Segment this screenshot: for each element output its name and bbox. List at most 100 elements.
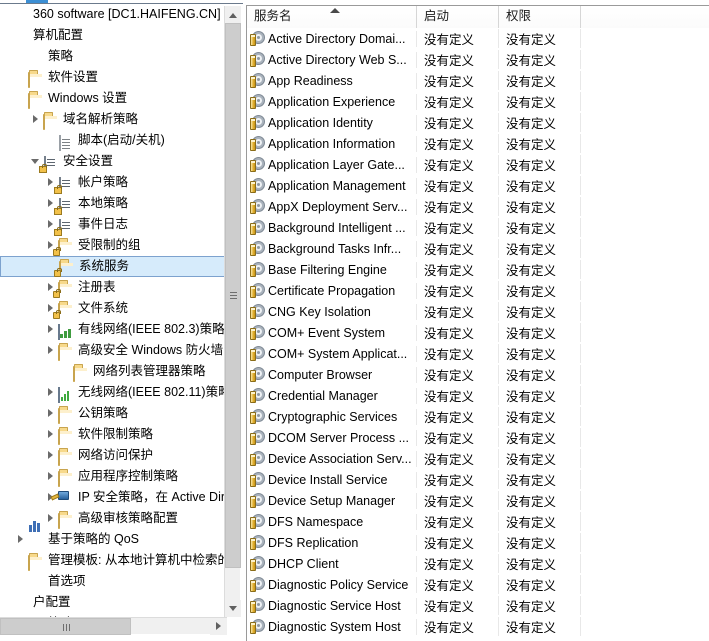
tree-item[interactable]: 帐户策略 [0, 172, 227, 194]
table-row[interactable]: Cryptographic Services 没有定义 没有定义 [247, 406, 709, 427]
chevron-right-icon[interactable] [45, 340, 58, 361]
cell-permission: 没有定义 [499, 491, 581, 510]
cell-permission: 没有定义 [499, 260, 581, 279]
tree-item[interactable]: 脚本(启动/关机) [0, 130, 227, 151]
table-row[interactable]: Diagnostic Policy Service 没有定义 没有定义 [247, 574, 709, 595]
scroll-down-arrow-icon[interactable] [225, 600, 241, 617]
table-row[interactable]: Device Install Service 没有定义 没有定义 [247, 469, 709, 490]
tree-item[interactable]: 无线网络(IEEE 802.11)策略 [0, 382, 227, 403]
table-row[interactable]: DFS Namespace 没有定义 没有定义 [247, 511, 709, 532]
tree-horizontal-scrollbar[interactable] [0, 617, 227, 635]
cell-service-name: DHCP Client [247, 555, 417, 572]
table-row[interactable]: Application Identity 没有定义 没有定义 [247, 112, 709, 133]
table-row[interactable]: Device Setup Manager 没有定义 没有定义 [247, 490, 709, 511]
table-row[interactable]: Diagnostic Service Host 没有定义 没有定义 [247, 595, 709, 616]
chevron-right-icon[interactable] [45, 382, 58, 403]
tree-vscroll-thumb[interactable] [225, 23, 241, 568]
folder-lock-icon-wrap [53, 301, 74, 319]
tree-item[interactable]: 受限制的组 [0, 235, 227, 256]
table-row[interactable]: App Readiness 没有定义 没有定义 [247, 70, 709, 91]
server-bar [62, 227, 70, 229]
table-row[interactable]: Application Information 没有定义 没有定义 [247, 133, 709, 154]
tree-item[interactable]: Windows 设置 [0, 88, 227, 109]
tree-item-selected[interactable]: 系统服务 [0, 256, 227, 277]
table-row[interactable]: Background Tasks Infr... 没有定义 没有定义 [247, 238, 709, 259]
security-settings-icon [54, 218, 70, 236]
tree-item[interactable]: 安全设置 [0, 151, 227, 173]
table-row[interactable]: Device Association Serv... 没有定义 没有定义 [247, 448, 709, 469]
table-row[interactable]: Base Filtering Engine 没有定义 没有定义 [247, 259, 709, 280]
cylinder-shape [250, 285, 256, 298]
tree-item[interactable]: 高级安全 Windows 防火墙 [0, 340, 227, 361]
table-row[interactable]: COM+ Event System 没有定义 没有定义 [247, 322, 709, 343]
tree-item[interactable]: 应用程序控制策略 [0, 466, 227, 487]
service-name-label: Certificate Propagation [268, 283, 396, 298]
table-row[interactable]: Background Intelligent ... 没有定义 没有定义 [247, 217, 709, 238]
tree-vertical-scrollbar[interactable] [224, 6, 241, 617]
chevron-right-icon[interactable] [30, 109, 43, 130]
chevron-right-icon[interactable] [45, 445, 58, 466]
tree-item[interactable]: 本地策略 [0, 193, 227, 215]
table-row[interactable]: DFS Replication 没有定义 没有定义 [247, 532, 709, 553]
service-gear-icon [249, 346, 265, 362]
tree-item[interactable]: 首选项 [0, 571, 227, 592]
table-row[interactable]: Application Management 没有定义 没有定义 [247, 175, 709, 196]
table-row[interactable]: Diagnostic System Host 没有定义 没有定义 [247, 616, 709, 637]
tree-item[interactable]: 事件日志 [0, 214, 227, 236]
chevron-right-icon[interactable] [45, 508, 58, 529]
tree-item[interactable]: 策略 [0, 46, 227, 67]
column-header-name[interactable]: 服务名 [247, 6, 417, 28]
tree-item[interactable]: 网络列表管理器策略 [0, 361, 227, 382]
scroll-up-arrow-icon[interactable] [225, 6, 241, 23]
wireless-network-icon [58, 386, 69, 403]
chevron-right-icon[interactable] [45, 424, 58, 445]
service-name-label: Application Layer Gate... [268, 157, 405, 172]
table-row[interactable]: Active Directory Web S... 没有定义 没有定义 [247, 49, 709, 70]
policy-tree-scroll-area[interactable]: 360 software [DC1.HAIFENG.CN] 策略算机配置策略软件… [0, 4, 227, 617]
tree-item[interactable]: 基于策略的 QoS [0, 520, 227, 550]
signal-bar [64, 393, 66, 401]
tree-item[interactable]: 公钥策略 [0, 403, 227, 424]
table-row[interactable]: CNG Key Isolation 没有定义 没有定义 [247, 301, 709, 322]
tree-item[interactable]: 网络访问保护 [0, 445, 227, 466]
chevron-right-icon[interactable] [45, 319, 58, 340]
tree-item[interactable]: 注册表 [0, 277, 227, 298]
tree-item[interactable]: 有线网络(IEEE 802.3)策略 [0, 319, 227, 340]
tree-hscroll-thumb[interactable] [0, 618, 131, 635]
chevron-right-icon[interactable] [45, 466, 58, 487]
tree-item[interactable]: 域名解析策略 [0, 109, 227, 130]
cell-service-name: Diagnostic Policy Service [247, 576, 417, 593]
tree-item[interactable]: 软件限制策略 [0, 424, 227, 445]
tree-item[interactable]: 户配置 [0, 592, 227, 613]
scroll-right-arrow-icon[interactable] [210, 618, 227, 635]
cell-permission: 没有定义 [499, 596, 581, 615]
tree-item[interactable]: IP 安全策略，在 Active Direc [0, 487, 227, 508]
cell-permission: 没有定义 [499, 407, 581, 426]
table-row[interactable]: Credential Manager 没有定义 没有定义 [247, 385, 709, 406]
service-name-label: Background Intelligent ... [268, 220, 406, 235]
tree-item[interactable]: 管理模板: 从本地计算机中检索的策略 [0, 550, 227, 571]
service-gear-icon [249, 94, 265, 110]
table-row[interactable]: AppX Deployment Serv... 没有定义 没有定义 [247, 196, 709, 217]
table-row[interactable]: Application Experience 没有定义 没有定义 [247, 91, 709, 112]
table-row[interactable]: DCOM Server Process ... 没有定义 没有定义 [247, 427, 709, 448]
signal-bar [61, 396, 63, 401]
column-header-startup[interactable]: 启动 [417, 6, 499, 28]
chevron-right-icon[interactable] [15, 529, 28, 550]
table-row[interactable]: DHCP Client 没有定义 没有定义 [247, 553, 709, 574]
service-gear-icon [249, 220, 265, 236]
wired-network-icon [58, 323, 71, 340]
cell-service-name: Application Identity [247, 114, 417, 131]
tree-item[interactable]: 算机配置 [0, 25, 227, 46]
tree-item[interactable]: 360 software [DC1.HAIFENG.CN] 策略 [0, 4, 227, 25]
table-row[interactable]: Computer Browser 没有定义 没有定义 [247, 364, 709, 385]
tree-item[interactable]: 软件设置 [0, 67, 227, 88]
column-header-permission[interactable]: 权限 [499, 6, 581, 28]
chevron-right-icon[interactable] [45, 403, 58, 424]
table-row[interactable]: Active Directory Domai... 没有定义 没有定义 [247, 28, 709, 49]
table-row[interactable]: Certificate Propagation 没有定义 没有定义 [247, 280, 709, 301]
column-header-extra[interactable] [581, 6, 709, 28]
table-row[interactable]: COM+ System Applicat... 没有定义 没有定义 [247, 343, 709, 364]
tree-item[interactable]: 文件系统 [0, 298, 227, 319]
table-row[interactable]: Application Layer Gate... 没有定义 没有定义 [247, 154, 709, 175]
